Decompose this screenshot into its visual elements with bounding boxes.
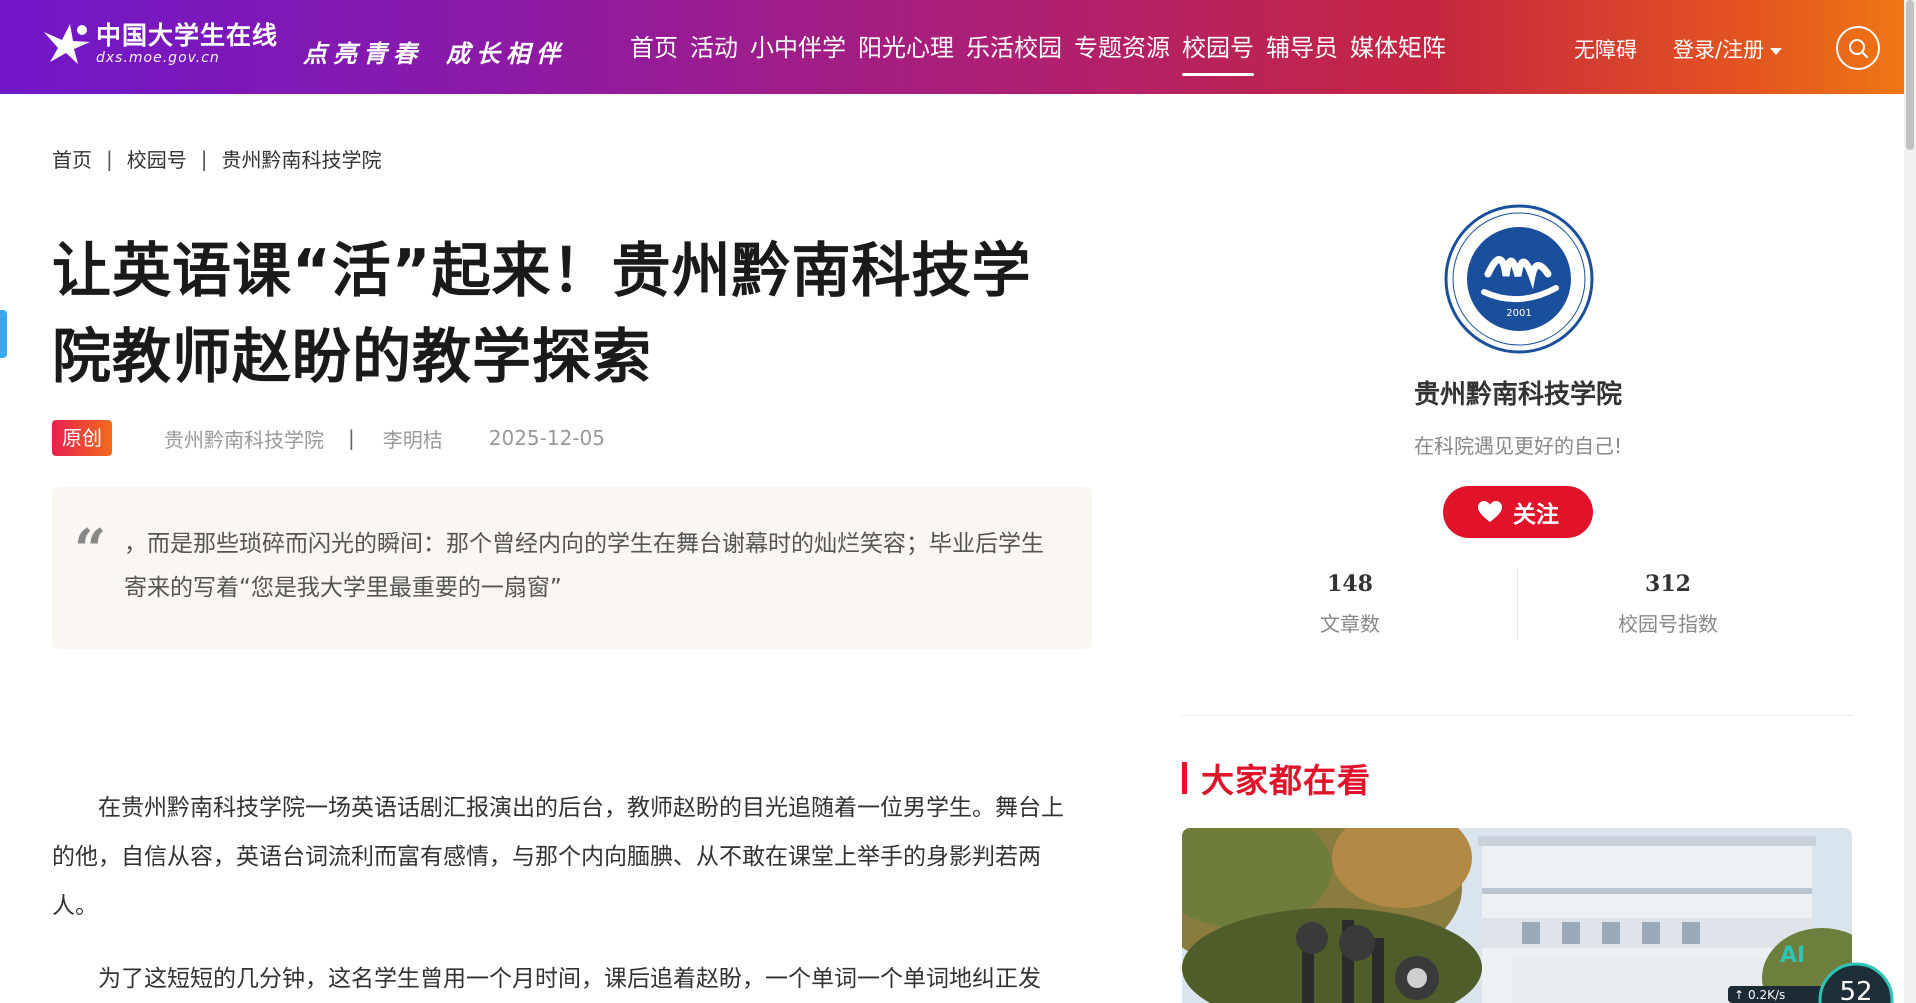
follow-button[interactable]: 关注: [1443, 486, 1593, 538]
article-author: 李明桔: [382, 427, 443, 452]
logo-title: 中国大学生在线: [96, 21, 279, 50]
stat-articles: 148 文章数: [1200, 566, 1500, 637]
nav-item-campus-life[interactable]: 乐活校园: [966, 30, 1062, 76]
nav-item-home[interactable]: 首页: [630, 30, 678, 76]
search-button[interactable]: [1836, 26, 1880, 70]
logo-url: dxs.moe.gov.cn: [96, 50, 220, 66]
stat-articles-value: 148: [1327, 571, 1373, 597]
breadcrumb-home[interactable]: 首页: [52, 144, 92, 173]
breadcrumb-separator: |: [106, 146, 113, 171]
quote-mark-icon: “: [74, 517, 107, 583]
nav-item-activities[interactable]: 活动: [690, 30, 738, 76]
speed-label: 0.2K/s: [1748, 988, 1785, 1002]
search-icon: [1849, 39, 1868, 58]
article-paragraph: 在贵州黔南科技学院一场英语话剧汇报演出的后台，教师赵盼的目光追随着一位男学生。舞…: [52, 795, 1064, 919]
site-logo[interactable]: 中国大学生在线 dxs.moe.gov.cn: [40, 22, 278, 66]
stat-index-value: 312: [1645, 571, 1691, 597]
stat-articles-label: 文章数: [1320, 612, 1380, 636]
top-navigation-bar: 中国大学生在线 dxs.moe.gov.cn 点亮青春 成长相伴 首页 活动 小…: [0, 0, 1916, 94]
stat-index: 312 校园号指数: [1518, 566, 1818, 637]
popular-section-heading: 大家都在看: [1182, 754, 1371, 802]
breadcrumb-section[interactable]: 校园号: [127, 144, 187, 173]
nav-item-campus-accounts[interactable]: 校园号: [1182, 30, 1254, 76]
login-register-menu[interactable]: 登录/注册: [1673, 34, 1783, 64]
article-meta: 原创 贵州黔南科技学院 | 李明桔 2025-12-05: [52, 420, 605, 456]
stat-index-label: 校园号指数: [1618, 612, 1718, 636]
meta-separator: |: [348, 426, 355, 450]
school-logo[interactable]: 2001: [1444, 204, 1594, 354]
follow-label: 关注: [1513, 502, 1559, 528]
login-register-label: 登录/注册: [1673, 38, 1765, 62]
side-floating-tab[interactable]: [0, 310, 7, 358]
article-summary-quote: “ ，而是那些琐碎而闪光的瞬间：那个曾经内向的学生在舞台谢幕时的灿烂笑容；毕业后…: [52, 486, 1092, 650]
speed-number: 52: [1839, 977, 1872, 1003]
breadcrumb-separator: |: [200, 146, 208, 171]
svg-text:↑: ↑: [1734, 988, 1744, 1002]
nav-item-study-companion[interactable]: 小中伴学: [750, 30, 846, 76]
nav-item-media-matrix[interactable]: 媒体矩阵: [1350, 30, 1446, 76]
network-speed-widget[interactable]: AI ↑ 0.2K/s 52: [1728, 936, 1904, 1003]
sidebar-divider: [1182, 715, 1854, 716]
page-scrollbar[interactable]: [1904, 0, 1916, 1003]
article-source[interactable]: 贵州黔南科技学院: [164, 424, 324, 453]
article-date: 2025-12-05: [488, 426, 605, 450]
logo-year: 2001: [1506, 308, 1531, 319]
accessibility-link[interactable]: 无障碍: [1574, 34, 1637, 64]
popular-section-title: 大家都在看: [1201, 761, 1371, 800]
nav-item-topic-resources[interactable]: 专题资源: [1074, 30, 1170, 76]
scrollbar-thumb[interactable]: [1906, 0, 1914, 150]
article-paragraph: 为了这短短的几分钟，这名学生曾用一个月时间，课后追着赵盼，一个单词一个单词地纠正…: [98, 966, 1041, 992]
heart-icon: [1478, 501, 1502, 522]
nav-item-mental-health[interactable]: 阳光心理: [858, 30, 954, 76]
chevron-down-icon: [1770, 47, 1783, 55]
original-badge: 原创: [52, 420, 112, 456]
slogan-2: 成长相伴: [446, 39, 566, 68]
breadcrumb: 首页 | 校园号 | 贵州黔南科技学院: [52, 144, 382, 173]
school-motto: 在科院遇见更好的自己!: [1413, 434, 1623, 458]
quote-text: ，而是那些琐碎而闪光的瞬间：那个曾经内向的学生在舞台谢幕时的灿烂笑容；毕业后学生…: [124, 531, 1044, 601]
slogan-1: 点亮青春: [303, 39, 423, 68]
breadcrumb-current[interactable]: 贵州黔南科技学院: [222, 144, 382, 173]
nav-item-counselors[interactable]: 辅导员: [1266, 30, 1338, 76]
ai-label: AI: [1780, 943, 1805, 968]
logo-star-icon: [40, 22, 92, 66]
main-nav: 首页 活动 小中伴学 阳光心理 乐活校园 专题资源 校园号 辅导员 媒体矩阵: [630, 30, 1458, 76]
article-title: 让英语课“活”起来！贵州黔南科技学院教师赵盼的教学探索: [52, 236, 1032, 391]
stats-divider: [1517, 568, 1518, 640]
account-stats: 148 文章数 312 校园号指数: [1200, 566, 1830, 642]
section-accent-bar: [1182, 762, 1187, 794]
school-name[interactable]: 贵州黔南科技学院: [1300, 374, 1736, 411]
